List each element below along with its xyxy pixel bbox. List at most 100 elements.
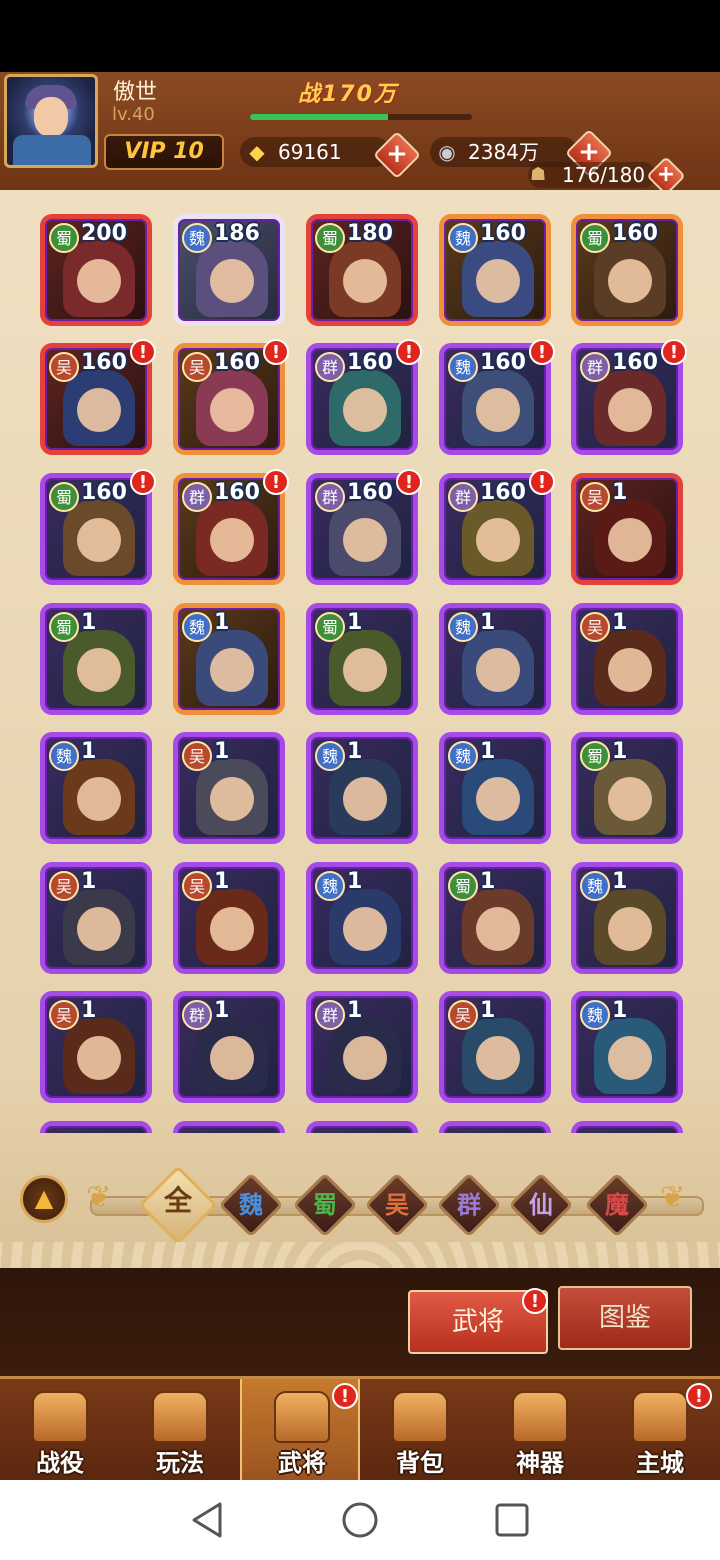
faction-filter-chip[interactable]: 魏 [218,1172,284,1238]
home-icon[interactable] [340,1500,380,1540]
nav-item-3[interactable]: 背包 [360,1379,480,1483]
hero-level: 1 [612,739,628,764]
hero-card[interactable]: 群1 [173,991,285,1103]
nav-item-2[interactable]: 武将! [240,1379,360,1483]
plus-icon: + [386,139,408,169]
hero-portrait [329,759,401,835]
collapse-button[interactable]: ▲ [20,1175,68,1223]
hero-portrait [329,241,401,317]
hero-card[interactable]: 吴1 [439,991,551,1103]
hero-portrait [462,500,534,576]
hero-faction-badge: 群 [448,482,478,512]
hero-portrait [462,630,534,706]
hero-faction-badge: 蜀 [448,871,478,901]
hero-level: 186 [214,221,260,246]
hero-portrait [196,500,268,576]
faction-filter-chip[interactable]: 吴 [364,1172,430,1238]
hero-faction-badge: 吴 [49,871,79,901]
hero-faction-badge: 魏 [448,352,478,382]
hero-card[interactable]: 蜀1 [306,603,418,715]
hero-card[interactable]: 蜀1 [439,862,551,974]
hero-level: 1 [480,998,496,1023]
hero-card[interactable]: 蜀 200 [40,214,152,326]
hero-card[interactable]: 魏1 [306,862,418,974]
combat-power: 战170万 [298,82,398,107]
hero-portrait [329,1018,401,1094]
hero-level: 160 [347,350,393,375]
hero-portrait [594,889,666,965]
hero-level: 1 [214,998,230,1023]
hero-portrait [196,889,268,965]
hero-card[interactable]: 魏1 [571,862,683,974]
back-icon[interactable] [188,1500,228,1540]
hero-portrait [462,370,534,446]
nav-item-0[interactable]: 战役 [0,1379,120,1483]
hero-card[interactable]: 魏1 [439,732,551,844]
hero-card[interactable]: 吴1 [571,603,683,715]
hero-card[interactable]: 魏 186 [173,214,285,326]
hero-card[interactable] [40,1121,152,1133]
hero-grid[interactable]: 蜀 200 魏 186 蜀 180 魏 160 蜀 160 吴 160! 吴 160! 群 160! 魏 160!… [0,190,720,1133]
castle-icon [632,1391,688,1443]
nav-item-1[interactable]: 玩法 [120,1379,240,1483]
hero-faction-badge: 魏 [580,1000,610,1030]
gold-counter: ◆ 69161 [240,137,390,167]
hero-level: 1 [612,480,628,505]
hero-card[interactable] [571,1121,683,1133]
hero-card[interactable]: 魏1 [40,732,152,844]
faction-filter-chip[interactable]: 魔 [584,1172,650,1238]
hero-card[interactable]: 群1 [306,991,418,1103]
hero-faction-badge: 蜀 [580,741,610,771]
hero-card[interactable]: 吴1 [173,862,285,974]
hero-portrait [63,500,135,576]
silver-amount: 2384万 [468,140,539,164]
faction-filter-chip[interactable]: 全 [138,1165,218,1245]
hero-faction-badge: 魏 [315,741,345,771]
hero-card[interactable]: 蜀1 [571,732,683,844]
recent-apps-icon[interactable] [492,1500,532,1540]
hero-card[interactable]: 蜀1 [40,603,152,715]
hero-portrait [594,1018,666,1094]
hero-faction-badge: 魏 [49,741,79,771]
hero-card[interactable]: 吴1 [571,473,683,585]
player-name: 傲世 [113,80,158,105]
player-avatar[interactable] [4,74,98,168]
faction-filter-label: 魔 [605,1191,629,1219]
hero-level: 160 [612,221,658,246]
hero-level: 160 [480,480,526,505]
hero-card[interactable]: 魏1 [439,603,551,715]
hero-level: 160 [81,480,127,505]
hero-portrait [63,759,135,835]
hero-panel: 蜀 200 魏 186 蜀 180 魏 160 蜀 160 吴 160! 吴 160! 群 160! 魏 160!… [0,190,720,1290]
vip-badge[interactable]: VIP 10 [104,134,224,170]
hero-faction-badge: 蜀 [49,482,79,512]
hero-card[interactable]: 魏1 [173,603,285,715]
nav-item-5[interactable]: 主城! [600,1379,720,1483]
gate-icon [152,1391,208,1443]
hero-faction-badge: 群 [315,482,345,512]
nav-item-4[interactable]: 神器 [480,1379,600,1483]
hero-portrait [63,241,135,317]
hero-card[interactable]: 魏 160 [439,214,551,326]
hero-card[interactable]: 魏1 [306,732,418,844]
tab-heroes-alert-badge: ! [522,1288,548,1314]
faction-filter-chip[interactable]: 群 [436,1172,502,1238]
faction-filter-chip[interactable]: 仙 [508,1172,574,1238]
hero-portrait [462,241,534,317]
hero-portrait [329,889,401,965]
gold-amount: 69161 [278,140,342,164]
hero-card[interactable]: 蜀 160 [571,214,683,326]
hero-card[interactable] [173,1121,285,1133]
tab-codex[interactable]: 图鉴 [558,1286,692,1350]
hero-alert-badge: ! [396,469,422,495]
hero-portrait [196,241,268,317]
hero-card[interactable]: 吴1 [40,862,152,974]
hero-card[interactable]: 吴1 [40,991,152,1103]
hero-card[interactable]: 吴1 [173,732,285,844]
hero-level: 160 [81,350,127,375]
faction-filter-chip[interactable]: 蜀 [292,1172,358,1238]
hero-card[interactable]: 蜀 180 [306,214,418,326]
hero-card[interactable]: 魏1 [571,991,683,1103]
hero-card[interactable] [306,1121,418,1133]
hero-card[interactable] [439,1121,551,1133]
